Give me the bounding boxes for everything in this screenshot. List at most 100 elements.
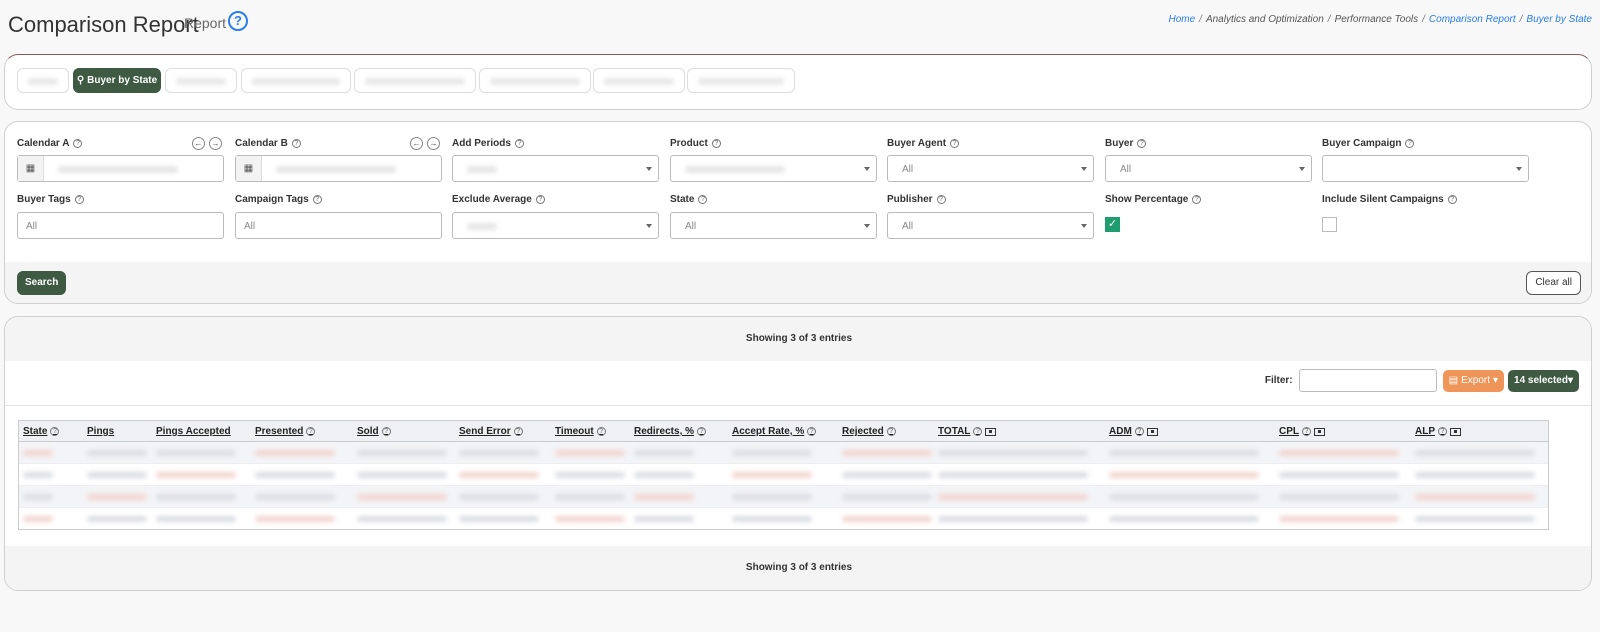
page-subtitle: Report: [184, 15, 227, 31]
help-icon[interactable]: ?: [381, 427, 391, 436]
help-icon[interactable]: ?: [514, 139, 524, 148]
help-icon[interactable]: ?: [306, 427, 316, 436]
arrow-left-icon[interactable]: ←: [192, 137, 205, 150]
filter-label: Filter:: [1264, 375, 1293, 386]
calendar-a-input[interactable]: ▦: [17, 155, 224, 182]
column-header[interactable]: Presented?: [255, 426, 316, 437]
tab-blurred[interactable]: [354, 68, 476, 93]
search-button[interactable]: Search: [17, 271, 67, 295]
column-header[interactable]: Send Error?: [459, 426, 523, 437]
tab-buyer-by-state[interactable]: ⚲ Buyer by State: [73, 68, 161, 93]
add-periods-select[interactable]: [452, 155, 659, 182]
help-icon[interactable]: ?: [535, 195, 545, 204]
help-icon[interactable]: ?: [807, 427, 817, 436]
blurred-cell: [23, 450, 53, 456]
column-header[interactable]: CPL?: [1279, 426, 1325, 437]
column-header[interactable]: Pings: [87, 426, 114, 437]
product-select[interactable]: [670, 155, 877, 182]
calendar-b-input[interactable]: ▦: [235, 155, 442, 182]
exclude-average-label: Exclude Average?: [452, 194, 545, 205]
export-button[interactable]: ▤ Export ▾: [1442, 369, 1505, 392]
column-header[interactable]: Timeout?: [555, 426, 606, 437]
blurred-cell: [1415, 516, 1535, 522]
blurred-cell: [255, 472, 335, 478]
breadcrumb: Home / Analytics and Optimization / Perf…: [1168, 14, 1592, 25]
arrow-right-icon[interactable]: →: [209, 137, 222, 150]
blurred-cell: [87, 450, 147, 456]
blurred-cell: [1279, 494, 1399, 500]
tab-blurred[interactable]: [479, 68, 591, 93]
help-icon[interactable]: ?: [513, 427, 523, 436]
state-select[interactable]: All: [670, 212, 877, 239]
filter-input[interactable]: [1298, 369, 1437, 392]
help-icon[interactable]: ?: [1405, 139, 1415, 148]
buyer-agent-select[interactable]: All: [887, 155, 1094, 182]
help-icon[interactable]: ?: [973, 427, 983, 436]
help-icon[interactable]: ?: [936, 195, 946, 204]
buyer-campaign-select[interactable]: [1322, 155, 1529, 182]
blurred-cell: [23, 472, 53, 478]
publisher-select[interactable]: All: [887, 212, 1094, 239]
money-icon: [1314, 427, 1325, 436]
help-icon[interactable]: ?: [50, 427, 60, 436]
column-header[interactable]: Redirects, %?: [634, 426, 707, 437]
clear-all-button[interactable]: Clear all: [1526, 271, 1581, 295]
help-icon[interactable]: ?: [74, 195, 84, 204]
column-header[interactable]: State?: [23, 426, 60, 437]
report-tabs-card: ⚲ Buyer by State: [4, 54, 1592, 110]
include-silent-checkbox[interactable]: [1322, 217, 1337, 232]
help-icon[interactable]: ?: [1137, 139, 1147, 148]
help-icon[interactable]: ?: [73, 139, 83, 148]
blurred-cell: [255, 450, 335, 456]
blurred-cell: [459, 450, 539, 456]
help-icon[interactable]: ?: [596, 427, 606, 436]
show-percentage-checkbox[interactable]: ✓: [1105, 217, 1120, 232]
arrow-right-icon[interactable]: →: [427, 137, 440, 150]
blurred-cell: [938, 494, 1088, 500]
help-icon[interactable]: ?: [1192, 195, 1202, 204]
buyer-select[interactable]: All: [1105, 155, 1312, 182]
column-header[interactable]: TOTAL?: [938, 426, 997, 437]
columns-selected-button[interactable]: 14 selected▾: [1508, 369, 1579, 392]
tab-blurred[interactable]: [687, 68, 795, 93]
blurred-cell: [156, 516, 236, 522]
column-header[interactable]: Sold?: [357, 426, 391, 437]
tab-blurred[interactable]: [241, 68, 351, 93]
breadcrumb-home[interactable]: Home: [1168, 14, 1195, 25]
column-header[interactable]: ADM?: [1109, 426, 1158, 437]
tab-blurred[interactable]: [593, 68, 685, 93]
buyer-tags-input[interactable]: All: [17, 212, 224, 239]
blurred-cell: [255, 494, 335, 500]
tab-blurred[interactable]: [17, 68, 69, 93]
blurred-cell: [842, 472, 932, 478]
help-icon[interactable]: ?: [711, 139, 721, 148]
help-icon[interactable]: ?: [698, 195, 708, 204]
arrow-left-icon[interactable]: ←: [410, 137, 423, 150]
tab-blurred[interactable]: [165, 68, 237, 93]
help-icon[interactable]: ?: [950, 139, 960, 148]
question-circle-icon[interactable]: ?: [228, 11, 248, 31]
breadcrumb-comparison-report[interactable]: Comparison Report: [1429, 14, 1516, 25]
column-header[interactable]: ALP?: [1415, 426, 1461, 437]
help-icon[interactable]: ?: [886, 427, 896, 436]
column-header[interactable]: Rejected?: [842, 426, 896, 437]
help-icon[interactable]: ?: [1134, 427, 1144, 436]
help-icon[interactable]: ?: [312, 195, 322, 204]
breadcrumb-performance-tools: Performance Tools: [1334, 14, 1419, 25]
help-icon[interactable]: ?: [1302, 427, 1311, 436]
blurred-cell: [555, 494, 625, 500]
campaign-tags-input[interactable]: All: [235, 212, 442, 239]
help-icon[interactable]: ?: [1447, 195, 1457, 204]
help-icon[interactable]: ?: [291, 139, 301, 148]
column-header[interactable]: Accept Rate, %?: [732, 426, 817, 437]
blurred-cell: [842, 450, 932, 456]
chevron-down-icon: [864, 224, 870, 228]
breadcrumb-buyer-by-state[interactable]: Buyer by State: [1526, 14, 1592, 25]
pin-icon: ⚲: [76, 75, 85, 86]
help-icon[interactable]: ?: [1438, 427, 1447, 436]
chevron-down-icon: [1081, 224, 1087, 228]
exclude-average-select[interactable]: [452, 212, 659, 239]
column-header[interactable]: Pings Accepted: [156, 426, 231, 437]
help-icon[interactable]: ?: [697, 427, 707, 436]
tab-label: Buyer by State: [87, 75, 158, 86]
